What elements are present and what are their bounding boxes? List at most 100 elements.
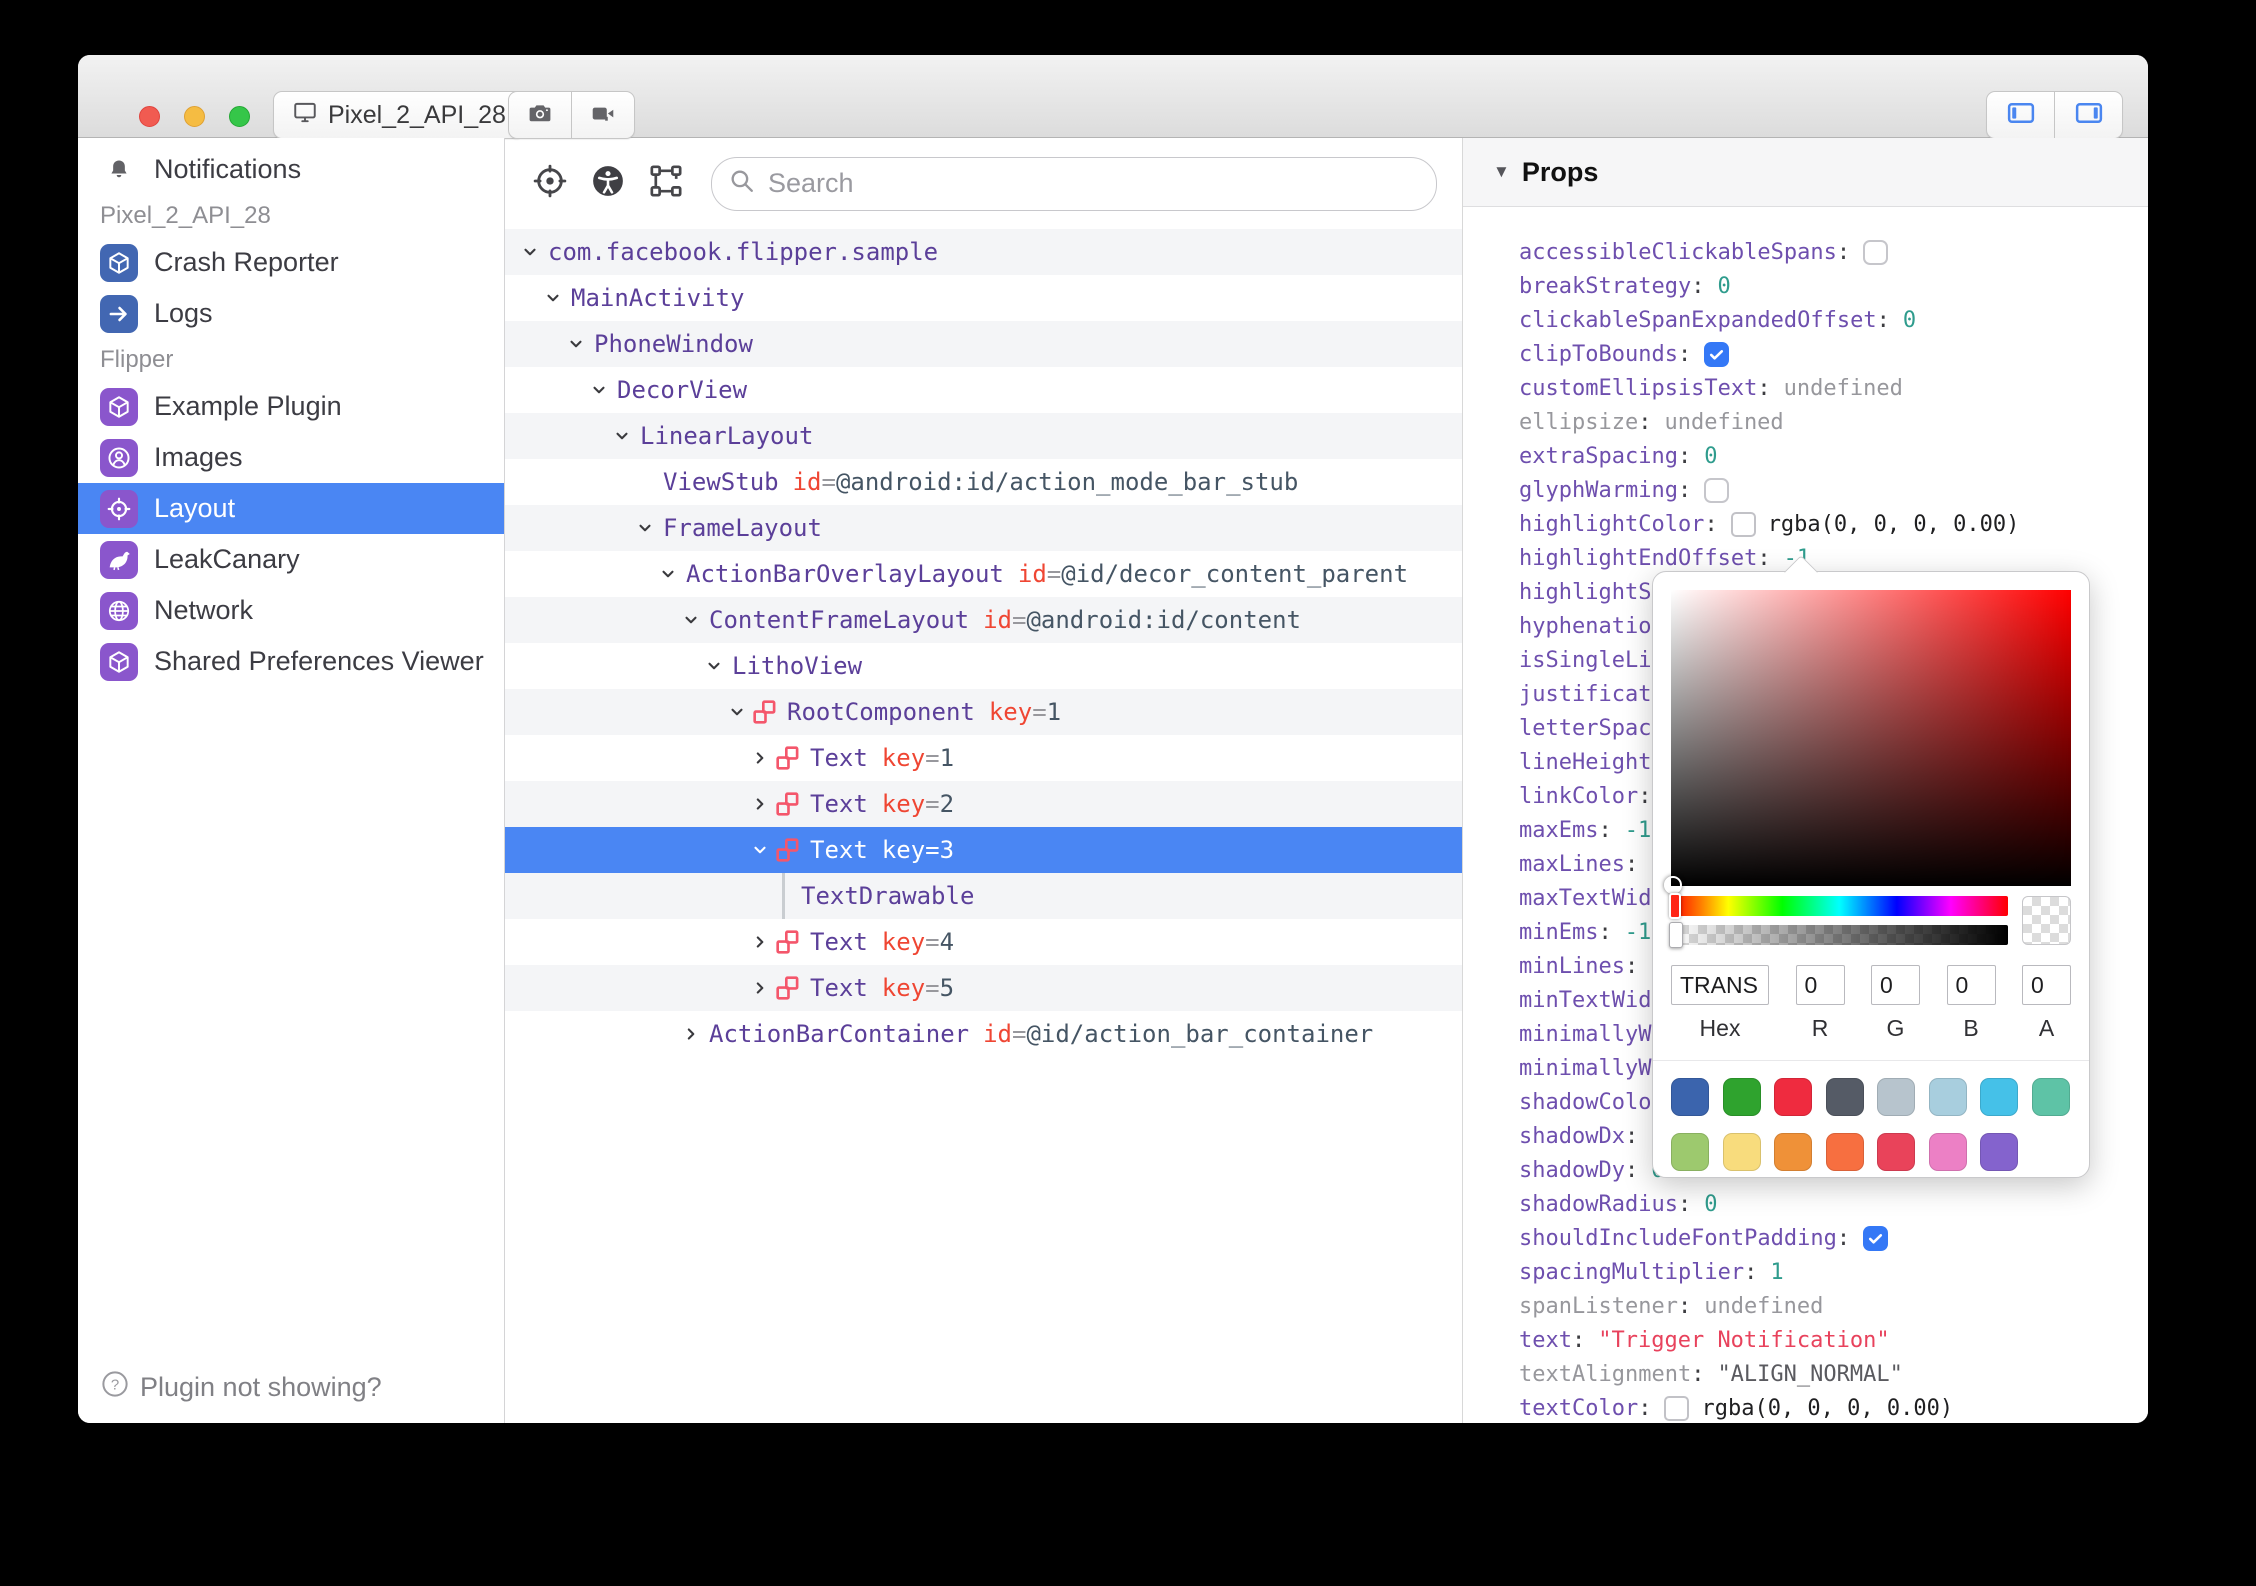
chevron-down-icon[interactable] xyxy=(683,612,699,628)
chevron-down-icon[interactable] xyxy=(545,290,561,306)
palette-color-swatch[interactable] xyxy=(1825,1078,1864,1116)
hue-slider-handle[interactable] xyxy=(1669,893,1681,919)
color-swatch[interactable] xyxy=(1664,1395,1690,1421)
tree-row[interactable]: com.facebook.flipper.sample xyxy=(505,229,1462,275)
tree-row[interactable]: Text key=1 xyxy=(505,735,1462,781)
palette-color-swatch[interactable] xyxy=(1671,1133,1709,1171)
plugin-help-link[interactable]: ? Plugin not showing? xyxy=(100,1369,382,1406)
sidebar-item-images[interactable]: Images xyxy=(78,432,504,483)
zoom-button[interactable] xyxy=(229,106,250,127)
tree-row[interactable]: ActionBarOverlayLayout id=@id/decor_conte… xyxy=(505,551,1462,597)
accessibility-button[interactable] xyxy=(589,165,627,203)
checkbox-unchecked-icon[interactable] xyxy=(1704,477,1730,503)
color-swatch[interactable] xyxy=(1730,511,1756,537)
tree-row[interactable]: Text key=5 xyxy=(505,965,1462,1011)
palette-color-swatch[interactable] xyxy=(1774,1133,1812,1171)
prop-row[interactable]: spanListener: undefined xyxy=(1519,1289,2148,1323)
sidebar-item-leakcanary[interactable]: LeakCanary xyxy=(78,534,504,585)
tree-row[interactable]: DecorView xyxy=(505,367,1462,413)
checkbox-unchecked-icon[interactable] xyxy=(1863,239,1889,265)
sidebar-item-logs[interactable]: Logs xyxy=(78,288,504,339)
minimize-button[interactable] xyxy=(184,106,205,127)
prop-row[interactable]: extraSpacing:0 xyxy=(1519,439,2148,473)
green-input[interactable] xyxy=(1871,965,1920,1005)
hue-slider[interactable] xyxy=(1669,893,2008,919)
tree-row[interactable]: ContentFrameLayout id=@android:id/content xyxy=(505,597,1462,643)
palette-color-swatch[interactable] xyxy=(1877,1133,1915,1171)
tree-row[interactable]: ActionBarContainer id=@id/action_bar_cont… xyxy=(505,1011,1462,1057)
prop-row[interactable]: glyphWarming: xyxy=(1519,473,2148,507)
prop-row[interactable]: accessibleClickableSpans: xyxy=(1519,235,2148,269)
sidebar-item-shared-preferences-viewer[interactable]: Shared Preferences Viewer xyxy=(78,636,504,687)
tree-row[interactable]: MainActivity xyxy=(505,275,1462,321)
chevron-down-icon[interactable] xyxy=(706,658,722,674)
prop-row[interactable]: highlightColor: rgba(0, 0, 0, 0.00) xyxy=(1519,507,2148,541)
sidebar-item-notifications[interactable]: Notifications xyxy=(78,144,504,195)
palette-color-swatch[interactable] xyxy=(1774,1078,1812,1116)
tree-row[interactable]: PhoneWindow xyxy=(505,321,1462,367)
checkbox-checked-icon[interactable] xyxy=(1863,1225,1889,1251)
video-camera-button[interactable] xyxy=(571,92,634,138)
prop-row[interactable]: spacingMultiplier:1 xyxy=(1519,1255,2148,1289)
chevron-right-icon[interactable] xyxy=(752,980,768,996)
chevron-down-icon[interactable] xyxy=(568,336,584,352)
prop-row[interactable]: shadowRadius:0 xyxy=(1519,1187,2148,1221)
camera-button[interactable] xyxy=(509,92,571,138)
tree-row[interactable]: TextDrawable xyxy=(505,873,1462,919)
prop-row[interactable]: customEllipsisText: undefined xyxy=(1519,371,2148,405)
blue-input[interactable] xyxy=(1946,965,1996,1005)
red-input[interactable] xyxy=(1795,965,1845,1005)
chevron-down-icon[interactable] xyxy=(591,382,607,398)
prop-row[interactable]: breakStrategy:0 xyxy=(1519,269,2148,303)
chevron-down-icon[interactable] xyxy=(614,428,630,444)
prop-row[interactable]: clipToBounds: xyxy=(1519,337,2148,371)
chevron-right-icon[interactable] xyxy=(752,750,768,766)
tree-row[interactable]: LinearLayout xyxy=(505,413,1462,459)
tree-row[interactable]: ViewStub id=@android:id/action_mode_bar_s… xyxy=(505,459,1462,505)
crosshair-button[interactable] xyxy=(531,164,569,203)
palette-color-swatch[interactable] xyxy=(1825,1133,1864,1171)
prop-row[interactable]: shouldIncludeFontPadding: xyxy=(1519,1221,2148,1255)
palette-color-swatch[interactable] xyxy=(1722,1133,1761,1171)
chevron-right-icon[interactable] xyxy=(752,934,768,950)
palette-color-swatch[interactable] xyxy=(2031,1078,2070,1116)
chevron-right-icon[interactable] xyxy=(683,1026,699,1042)
select-nodes-button[interactable] xyxy=(647,165,685,203)
chevron-down-icon[interactable] xyxy=(729,704,745,720)
search-box[interactable] xyxy=(711,156,1437,211)
sidebar-item-crash-reporter[interactable]: Crash Reporter xyxy=(78,237,504,288)
tree-row[interactable]: RootComponent key=1 xyxy=(505,689,1462,735)
prop-row[interactable]: text: "Trigger Notification" xyxy=(1519,1323,2148,1357)
checkbox-checked-icon[interactable] xyxy=(1704,341,1730,367)
tree-row[interactable]: Text key=3 xyxy=(505,827,1462,873)
palette-color-swatch[interactable] xyxy=(1928,1078,1967,1116)
chevron-down-icon[interactable] xyxy=(660,566,676,582)
prop-row[interactable]: textColor: rgba(0, 0, 0, 0.00) xyxy=(1519,1391,2148,1423)
device-selector[interactable]: Pixel_2_API_28 xyxy=(273,91,525,139)
saturation-gradient[interactable] xyxy=(1664,590,2071,894)
sidebar-item-network[interactable]: Network xyxy=(78,585,504,636)
panel-right-toggle-button[interactable] xyxy=(2054,92,2122,138)
tree-row[interactable]: LithoView xyxy=(505,643,1462,689)
chevron-down-icon[interactable] xyxy=(637,520,653,536)
prop-row[interactable]: ellipsize: undefined xyxy=(1519,405,2148,439)
prop-row[interactable]: clickableSpanExpandedOffset:0 xyxy=(1519,303,2148,337)
chevron-down-icon[interactable] xyxy=(752,842,768,858)
search-input[interactable] xyxy=(766,167,1420,200)
palette-color-swatch[interactable] xyxy=(1722,1078,1761,1116)
sidebar-item-example-plugin[interactable]: Example Plugin xyxy=(78,381,504,432)
chevron-right-icon[interactable] xyxy=(752,796,768,812)
alpha-slider[interactable] xyxy=(1669,922,2008,948)
gradient-cursor[interactable] xyxy=(1664,876,1682,894)
alpha-input[interactable] xyxy=(2022,965,2071,1005)
tree-row[interactable]: Text key=2 xyxy=(505,781,1462,827)
hex-input[interactable] xyxy=(1671,965,1769,1005)
palette-color-swatch[interactable] xyxy=(1877,1078,1915,1116)
palette-color-swatch[interactable] xyxy=(1980,1078,2018,1116)
prop-row[interactable]: highlightEndOffset:-1 xyxy=(1519,541,2148,575)
palette-color-swatch[interactable] xyxy=(1928,1133,1967,1171)
sidebar-item-layout[interactable]: Layout xyxy=(78,483,504,534)
panel-left-toggle-button[interactable] xyxy=(1987,92,2054,138)
tree-row[interactable]: Text key=4 xyxy=(505,919,1462,965)
prop-row[interactable]: textAlignment: "ALIGN_NORMAL" xyxy=(1519,1357,2148,1391)
